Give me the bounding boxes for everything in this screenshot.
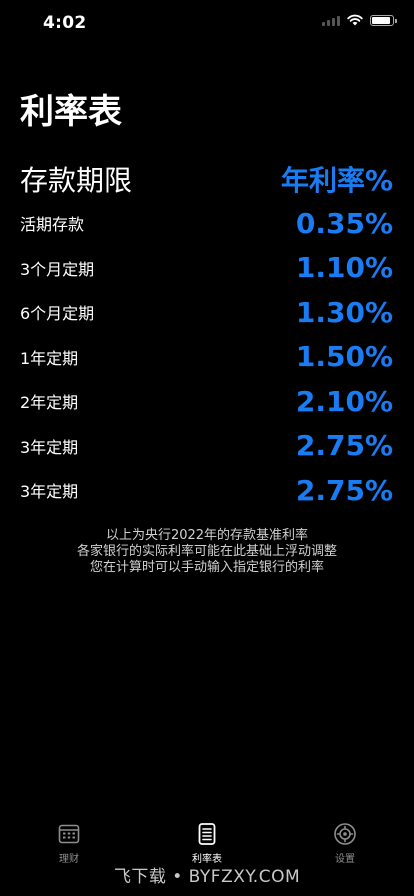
- calculator-icon: [58, 824, 80, 844]
- rate-table-header: 存款期限 年利率%: [20, 157, 393, 201]
- watermark: 飞下载 • BYFZXY.COM: [113, 867, 301, 887]
- status-indicators: [322, 14, 397, 26]
- footnote-line: 以上为央行2022年的存款基准利率: [105, 528, 309, 543]
- battery-level: [372, 16, 390, 24]
- rate-value: 2.75%: [295, 473, 393, 507]
- rate-term: 2年定期: [20, 393, 79, 413]
- rate-value: 0.35%: [295, 206, 393, 240]
- battery-icon: [370, 14, 397, 26]
- status-bar: 4:02: [0, 0, 414, 44]
- gear-icon: [334, 823, 356, 845]
- footnote-line: 各家银行的实际利率可能在此基础上浮动调整: [76, 544, 337, 559]
- rate-term: 1年定期: [20, 348, 79, 368]
- cellular-signal-icon: [322, 14, 340, 26]
- page-title: 利率表: [20, 92, 122, 132]
- header-term-label: 存款期限: [20, 164, 133, 197]
- document-list-icon: [198, 823, 216, 845]
- rate-value: 1.10%: [295, 251, 393, 285]
- rate-term: 3个月定期: [20, 259, 95, 279]
- rate-row: 6个月定期 1.30%: [20, 290, 393, 335]
- rate-term: 6个月定期: [20, 304, 95, 324]
- wifi-icon: [347, 14, 363, 26]
- rate-row: 活期存款 0.35%: [20, 201, 393, 246]
- header-rate-label: 年利率%: [280, 164, 393, 197]
- rate-footnote: 以上为央行2022年的存款基准利率 各家银行的实际利率可能在此基础上浮动调整 您…: [0, 528, 414, 576]
- rate-row: 3个月定期 1.10%: [20, 246, 393, 291]
- rate-row: 2年定期 2.10%: [20, 379, 393, 424]
- rate-row: 3年定期 2.75%: [20, 468, 393, 513]
- footnote-line: 您在计算时可以手动输入指定银行的利率: [89, 560, 324, 575]
- rate-term: 3年定期: [20, 482, 79, 502]
- rate-value: 1.50%: [295, 340, 393, 374]
- rate-term: 3年定期: [20, 437, 79, 457]
- rate-row: 3年定期 2.75%: [20, 424, 393, 469]
- rate-value: 1.30%: [295, 295, 393, 329]
- rate-row: 1年定期 1.50%: [20, 335, 393, 380]
- rate-table: 存款期限 年利率% 活期存款 0.35% 3个月定期 1.10% 6个月定期 1…: [20, 157, 393, 513]
- rate-value: 2.10%: [295, 384, 393, 418]
- rate-value: 2.75%: [295, 429, 393, 463]
- rate-term: 活期存款: [20, 215, 85, 235]
- status-time: 4:02: [43, 13, 87, 33]
